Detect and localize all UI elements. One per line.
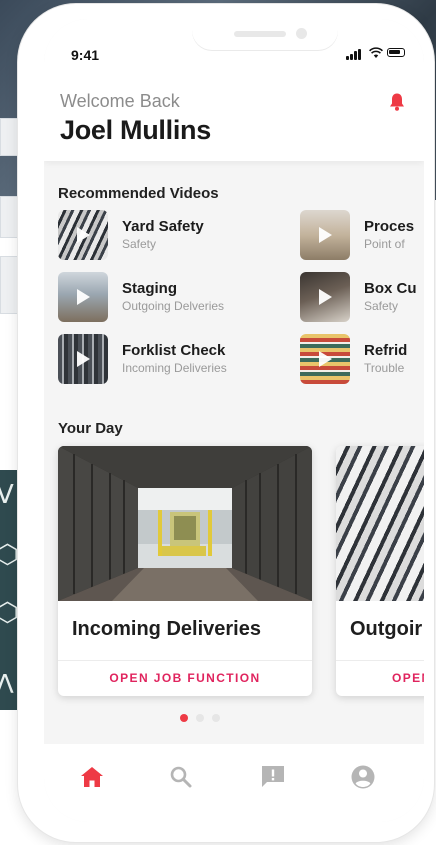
video-item[interactable]: Forklist Check Incoming Deliveries bbox=[58, 334, 288, 386]
play-icon bbox=[319, 289, 332, 305]
card-image bbox=[336, 446, 424, 601]
video-item[interactable]: Staging Outgoing Delveries bbox=[58, 272, 288, 324]
search-icon[interactable] bbox=[166, 762, 196, 792]
video-thumbnail bbox=[300, 334, 350, 384]
camera bbox=[296, 28, 307, 39]
phone-frame: 9:41 Welcome Back Joel Mullins Recommend… bbox=[18, 4, 434, 842]
video-subtitle: Incoming Deliveries bbox=[122, 361, 227, 375]
pagination-dot[interactable] bbox=[196, 714, 204, 722]
video-item[interactable]: Refrid Trouble bbox=[300, 334, 424, 386]
play-icon bbox=[77, 227, 90, 243]
video-subtitle: Safety bbox=[364, 299, 399, 313]
recommended-videos-title: Recommended Videos bbox=[58, 185, 219, 202]
your-day-title: Your Day bbox=[58, 420, 123, 437]
play-icon bbox=[77, 289, 90, 305]
status-time: 9:41 bbox=[71, 47, 100, 63]
card-title: Incoming Deliveries bbox=[72, 618, 261, 640]
truck-trailer-illustration bbox=[58, 446, 312, 601]
battery-icon bbox=[387, 48, 405, 57]
video-title: Forklist Check bbox=[122, 342, 226, 359]
video-item[interactable]: Box Cu Safety bbox=[300, 272, 424, 324]
pagination-dot[interactable] bbox=[212, 714, 220, 722]
open-job-function-button[interactable]: OPEN bbox=[392, 671, 424, 685]
divider bbox=[336, 660, 424, 661]
video-title: Staging bbox=[122, 280, 177, 297]
pagination-dot[interactable] bbox=[180, 714, 188, 722]
app-screen: 9:41 Welcome Back Joel Mullins Recommend… bbox=[44, 19, 424, 822]
job-function-card[interactable]: Outgoir OPEN bbox=[336, 446, 424, 696]
video-item[interactable]: Yard Safety Safety bbox=[58, 210, 288, 262]
profile-icon[interactable] bbox=[348, 762, 378, 792]
divider bbox=[58, 660, 312, 661]
video-thumbnail bbox=[300, 272, 350, 322]
feedback-icon[interactable] bbox=[258, 762, 288, 792]
video-subtitle: Trouble bbox=[364, 361, 405, 375]
wifi-icon bbox=[369, 47, 383, 58]
open-job-function-button[interactable]: OPEN JOB FUNCTION bbox=[58, 671, 312, 685]
video-thumbnail bbox=[58, 272, 108, 322]
video-subtitle: Outgoing Delveries bbox=[122, 299, 225, 313]
device-notch bbox=[192, 19, 338, 51]
video-title: Yard Safety bbox=[122, 218, 204, 235]
play-icon bbox=[77, 351, 90, 367]
job-function-card[interactable]: Incoming Deliveries OPEN JOB FUNCTION bbox=[58, 446, 312, 696]
video-title: Proces bbox=[364, 218, 415, 235]
user-name: Joel Mullins bbox=[60, 115, 211, 145]
video-thumbnail bbox=[58, 334, 108, 384]
card-image bbox=[58, 446, 312, 601]
video-subtitle: Point of bbox=[364, 237, 405, 251]
notification-bell-icon[interactable] bbox=[388, 92, 406, 112]
video-title: Box Cu bbox=[364, 280, 417, 297]
play-icon bbox=[319, 351, 332, 367]
speaker bbox=[234, 31, 286, 37]
play-icon bbox=[319, 227, 332, 243]
video-thumbnail bbox=[300, 210, 350, 260]
home-icon[interactable] bbox=[77, 762, 107, 792]
bottom-tab-bar bbox=[44, 744, 424, 822]
status-icons bbox=[346, 46, 406, 60]
card-title: Outgoir bbox=[350, 618, 423, 640]
video-title: Refrid bbox=[364, 342, 408, 359]
video-subtitle: Safety bbox=[122, 237, 157, 251]
video-thumbnail bbox=[58, 210, 108, 260]
welcome-text: Welcome Back bbox=[60, 91, 180, 111]
video-item[interactable]: Proces Point of bbox=[300, 210, 424, 262]
